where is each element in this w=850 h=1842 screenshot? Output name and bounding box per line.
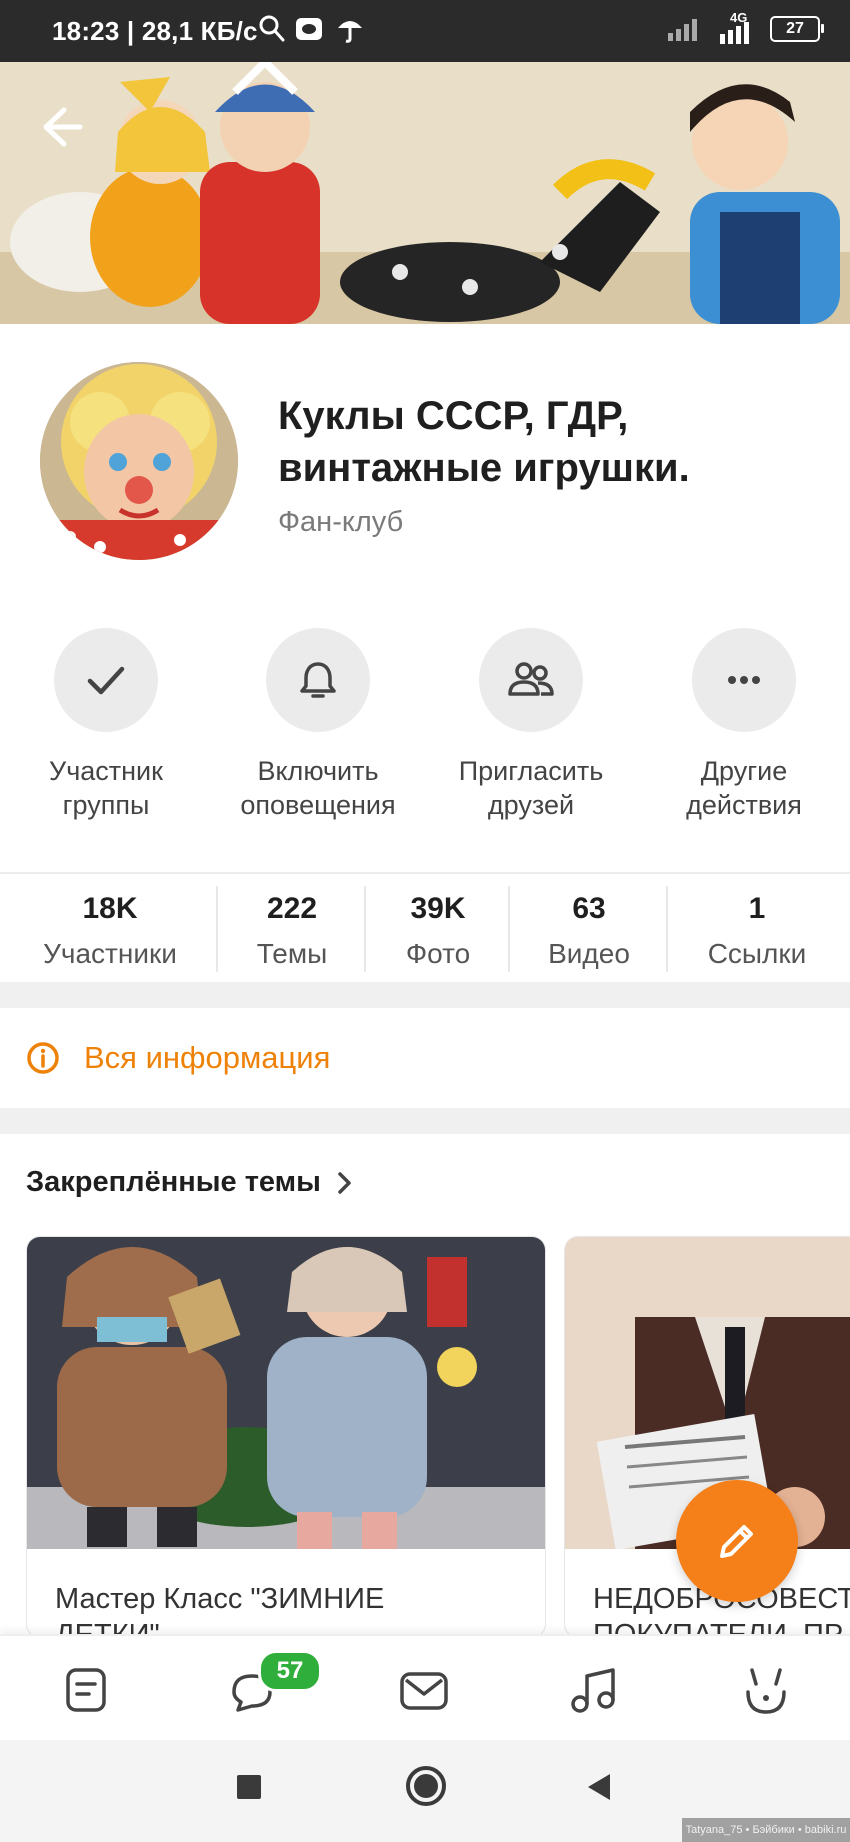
card-title-line: Мастер Класс "ЗИМНИЕ xyxy=(55,1583,385,1615)
stats-divider xyxy=(508,886,510,972)
stat-videos-value: 63 xyxy=(572,892,606,925)
back-button-icon[interactable] xyxy=(582,1770,616,1804)
signal-4g-icon xyxy=(720,22,749,44)
avatar-image xyxy=(40,362,238,560)
chevron-right-icon xyxy=(338,1171,351,1194)
pinned-topics-header[interactable]: Закреплённые темы xyxy=(26,1166,355,1199)
stats-row: 18K Участники 222 Темы 39K Фото 63 Видео… xyxy=(0,872,850,984)
all-info-link[interactable]: Вся информация xyxy=(84,1040,330,1076)
member-action-label: Участник группы xyxy=(49,756,163,820)
card-image xyxy=(27,1237,545,1549)
stat-members[interactable]: 18K Участники xyxy=(30,892,190,970)
group-type: Фан-клуб xyxy=(278,506,404,538)
stat-photos-value: 39K xyxy=(410,892,466,925)
section-divider xyxy=(0,1108,850,1134)
invite-action-button[interactable] xyxy=(479,628,583,732)
home-button-icon[interactable] xyxy=(404,1764,448,1808)
notifications-action-label: Включить оповещения xyxy=(240,756,396,820)
events-icon[interactable] xyxy=(738,1662,794,1718)
umbrella-icon xyxy=(338,21,362,43)
stat-links[interactable]: 1 Ссылки xyxy=(690,892,824,970)
stat-videos[interactable]: 63 Видео xyxy=(524,892,654,970)
cover-image xyxy=(0,62,850,324)
watermark: Tatyana_75 • Бэйбики • babiki.ru xyxy=(682,1818,850,1842)
more-dots-icon xyxy=(728,676,760,684)
back-arrow-icon[interactable] xyxy=(34,100,88,154)
status-bar: 18:23 | 28,1 КБ/с 4G 27 xyxy=(0,0,850,62)
action-row: Участник группы Включить оповещения Приг… xyxy=(0,628,850,828)
search-icon xyxy=(259,15,285,42)
music-icon[interactable] xyxy=(566,1662,622,1718)
stat-links-label: Ссылки xyxy=(707,938,807,969)
stats-divider xyxy=(216,886,218,972)
all-info-row[interactable]: Вся информация xyxy=(0,1008,850,1108)
stat-links-value: 1 xyxy=(748,892,766,925)
notifications-action-button[interactable] xyxy=(266,628,370,732)
member-action[interactable]: Участник группы xyxy=(6,628,206,822)
pinned-card[interactable]: Мастер Класс "ЗИМНИЕ ДЕТКИ" xyxy=(26,1236,546,1638)
stat-topics-value: 222 xyxy=(266,892,318,925)
feed-icon[interactable] xyxy=(58,1662,114,1718)
notifications-action[interactable]: Включить оповещения xyxy=(218,628,418,822)
member-action-button[interactable] xyxy=(54,628,158,732)
stat-photos-label: Фото xyxy=(405,938,471,969)
more-action-button[interactable] xyxy=(692,628,796,732)
network-indicator: 4G xyxy=(716,10,756,44)
status-time-speed: 18:23 | 28,1 КБ/с xyxy=(52,16,258,46)
stat-members-value: 18K xyxy=(82,892,138,925)
pinned-topics-title: Закреплённые темы xyxy=(26,1166,321,1198)
create-post-button[interactable] xyxy=(676,1480,798,1602)
group-title: Куклы СССР, ГДР, винтажные игрушки. xyxy=(278,394,690,490)
pencil-icon xyxy=(720,1525,753,1558)
bottom-tab-bar: 57 xyxy=(0,1634,850,1742)
section-divider xyxy=(0,982,850,1008)
invite-action-label: Пригласить друзей xyxy=(458,756,604,820)
discussions-badge: 57 xyxy=(258,1650,322,1692)
battery-level: 27 xyxy=(786,20,804,37)
stats-divider xyxy=(364,886,366,972)
people-icon xyxy=(508,662,554,696)
cover-illustration xyxy=(0,62,850,324)
stat-members-label: Участники xyxy=(43,938,177,969)
battery-indicator: 27 xyxy=(770,16,824,42)
stat-topics-label: Темы xyxy=(256,938,328,969)
card-title: Мастер Класс "ЗИМНИЕ ДЕТКИ" xyxy=(55,1581,385,1637)
group-avatar[interactable] xyxy=(40,362,238,560)
more-action[interactable]: Другие действия xyxy=(644,628,844,822)
stat-topics[interactable]: 222 Темы xyxy=(230,892,354,970)
invite-action[interactable]: Пригласить друзей xyxy=(431,628,631,822)
status-right-group: 4G 27 xyxy=(668,10,824,44)
stat-photos[interactable]: 39K Фото xyxy=(380,892,496,970)
bell-icon xyxy=(300,662,336,698)
info-icon xyxy=(27,1042,59,1074)
more-action-label: Другие действия xyxy=(686,756,802,820)
signal-icon xyxy=(668,19,697,41)
check-icon xyxy=(87,666,125,695)
stats-divider xyxy=(666,886,668,972)
recents-button-icon[interactable] xyxy=(232,1770,266,1804)
stat-videos-label: Видео xyxy=(548,938,630,969)
messages-icon[interactable] xyxy=(396,1662,452,1718)
screen-record-icon xyxy=(296,18,322,40)
